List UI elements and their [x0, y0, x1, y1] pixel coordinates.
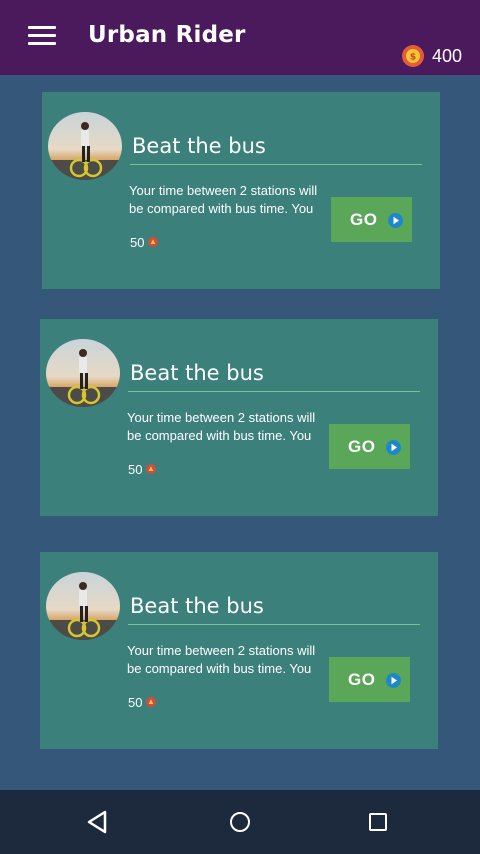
trophy-icon: ▲	[146, 697, 156, 707]
app-bar: Urban Rider $ 400	[0, 0, 480, 75]
go-button-label: GO	[348, 437, 376, 456]
challenge-card[interactable]: Beat the bus Your time between 2 station…	[40, 552, 438, 749]
play-arrow-icon	[386, 440, 401, 455]
description-line: be compared with bus time. You	[129, 201, 314, 216]
title-divider	[130, 164, 422, 165]
challenge-title: Beat the bus	[130, 361, 264, 385]
recent-apps-square-icon[interactable]	[369, 813, 387, 831]
cyclist-photo	[48, 112, 122, 180]
coin-count: 400	[432, 46, 463, 66]
challenge-description: Your time between 2 stations will be com…	[127, 409, 337, 445]
cyclist-photo	[46, 572, 120, 640]
coin-icon: $	[402, 45, 424, 67]
description-line: be compared with bus time. You	[127, 661, 312, 676]
trophy-icon: ▲	[148, 237, 158, 247]
go-button[interactable]: GO	[329, 657, 410, 702]
hamburger-menu-icon[interactable]	[28, 26, 56, 46]
home-circle-icon[interactable]	[230, 812, 250, 832]
description-line: be compared with bus time. You	[127, 428, 312, 443]
play-arrow-icon	[386, 673, 401, 688]
challenge-title: Beat the bus	[130, 594, 264, 618]
reward-points: 50	[130, 235, 145, 250]
go-button-label: GO	[350, 210, 378, 229]
title-divider	[128, 624, 420, 625]
go-button-label: GO	[348, 670, 376, 689]
play-arrow-icon	[388, 213, 403, 228]
challenge-card[interactable]: Beat the bus Your time between 2 station…	[42, 92, 440, 289]
reward-points: 50	[128, 695, 143, 710]
back-triangle-icon[interactable]	[86, 810, 108, 834]
trophy-icon: ▲	[146, 464, 156, 474]
challenge-card[interactable]: Beat the bus Your time between 2 station…	[40, 319, 438, 516]
svg-text:$: $	[410, 53, 416, 63]
go-button[interactable]: GO	[329, 424, 410, 469]
description-line: Your time between 2 stations will	[127, 410, 316, 425]
challenge-title: Beat the bus	[132, 134, 266, 158]
go-button[interactable]: GO	[331, 197, 412, 242]
reward-points: 50	[128, 462, 143, 477]
description-line: Your time between 2 stations will	[129, 183, 318, 198]
app-title: Urban Rider	[88, 22, 246, 48]
description-line: Your time between 2 stations will	[127, 643, 316, 658]
challenge-description: Your time between 2 stations will be com…	[127, 642, 337, 678]
cyclist-photo	[46, 339, 120, 407]
title-divider	[128, 391, 420, 392]
challenge-description: Your time between 2 stations will be com…	[129, 182, 339, 218]
